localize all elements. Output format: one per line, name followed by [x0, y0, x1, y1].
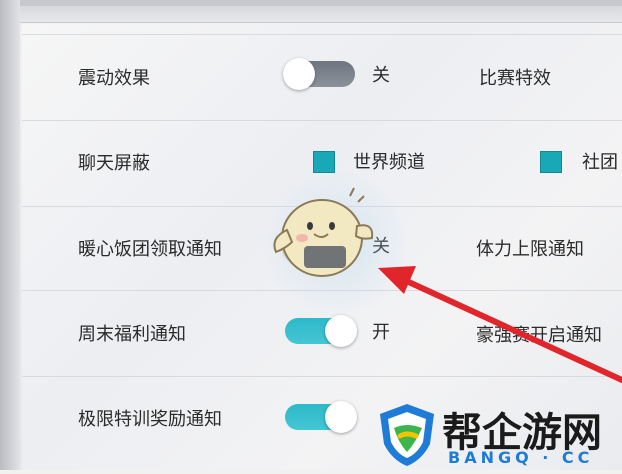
watermark: 帮企游网 BANGQ · CC: [372, 398, 622, 470]
watermark-subtitle: BANGQ · CC: [448, 448, 594, 467]
bangq-shield-logo-icon: [380, 404, 434, 466]
